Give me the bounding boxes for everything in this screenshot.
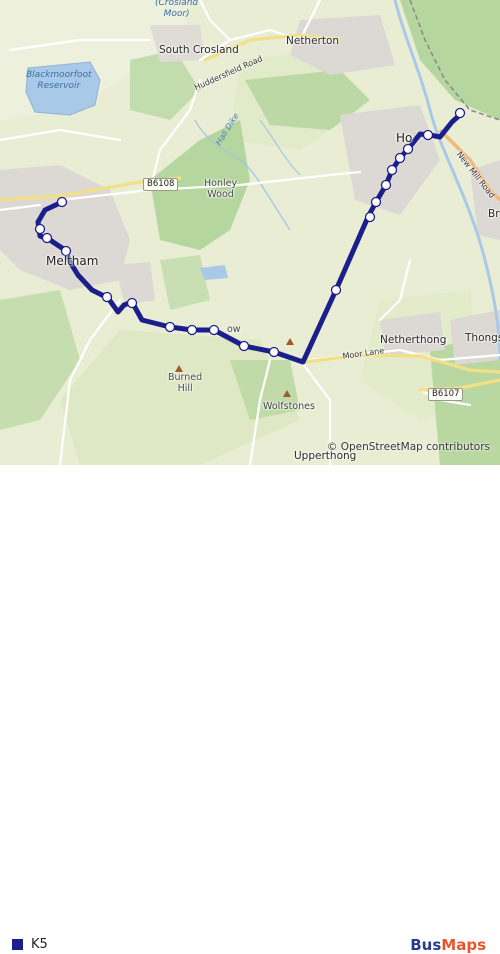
bus-stop[interactable] [41,232,53,244]
place-meltham: Meltham [46,254,99,268]
place-blackmoorfoot-reservoir: Blackmoorfoot Reservoir [26,70,92,91]
bus-stop[interactable] [186,324,198,336]
place-netherton: Netherton [286,35,340,47]
map-canvas[interactable]: (Crosland Moor) South Crosland Netherton… [0,0,500,465]
place-south-crosland: South Crosland [159,44,239,56]
route-k5-line[interactable] [35,110,465,365]
logo-part-bus: Bus [410,936,442,954]
bus-stop[interactable] [268,346,280,358]
place-fragment-ow: ow [227,324,241,335]
bus-stop[interactable] [56,196,68,208]
bus-stop[interactable] [380,179,392,191]
place-wolfstones: Wolfstones [263,401,315,412]
bus-stop[interactable] [101,291,113,303]
logo-part-maps: Maps [441,936,486,954]
bus-stop[interactable] [394,152,406,164]
place-honley: Ho [396,131,413,145]
place-crosland-moor: (Crosland Moor) [155,0,199,19]
road-shield-b6108: B6108 [143,178,179,191]
bus-stop[interactable] [370,196,382,208]
legend-route-swatch [12,939,23,950]
bus-stop[interactable] [364,211,376,223]
legend-bar: K5 BusMaps [0,465,500,954]
route-stops [34,107,466,358]
bus-stop[interactable] [34,223,46,235]
bus-stop[interactable] [422,129,434,141]
bus-stop[interactable] [402,143,414,155]
peak-marker [286,338,294,345]
peak-marker [175,365,183,372]
bus-stop[interactable] [386,164,398,176]
bus-stop[interactable] [208,324,220,336]
place-netherthong: Netherthong [380,334,447,346]
place-thongsbridge: Thongs [465,332,500,344]
busmaps-logo[interactable]: BusMaps [410,936,486,954]
place-honley-wood: Honley Wood [204,178,238,200]
bus-stop[interactable] [238,340,250,352]
bus-stop[interactable] [164,321,176,333]
bus-stop[interactable] [126,297,138,309]
place-burned-hill: Burned Hill [168,372,203,394]
bus-stop[interactable] [454,107,466,119]
legend-route-label: K5 [31,937,48,952]
road-shield-b6107: B6107 [428,388,464,401]
place-brockholes: Br [488,208,500,220]
bus-stop[interactable] [330,284,342,296]
map-attribution[interactable]: © OpenStreetMap contributors [327,441,490,453]
peak-marker [283,390,291,397]
